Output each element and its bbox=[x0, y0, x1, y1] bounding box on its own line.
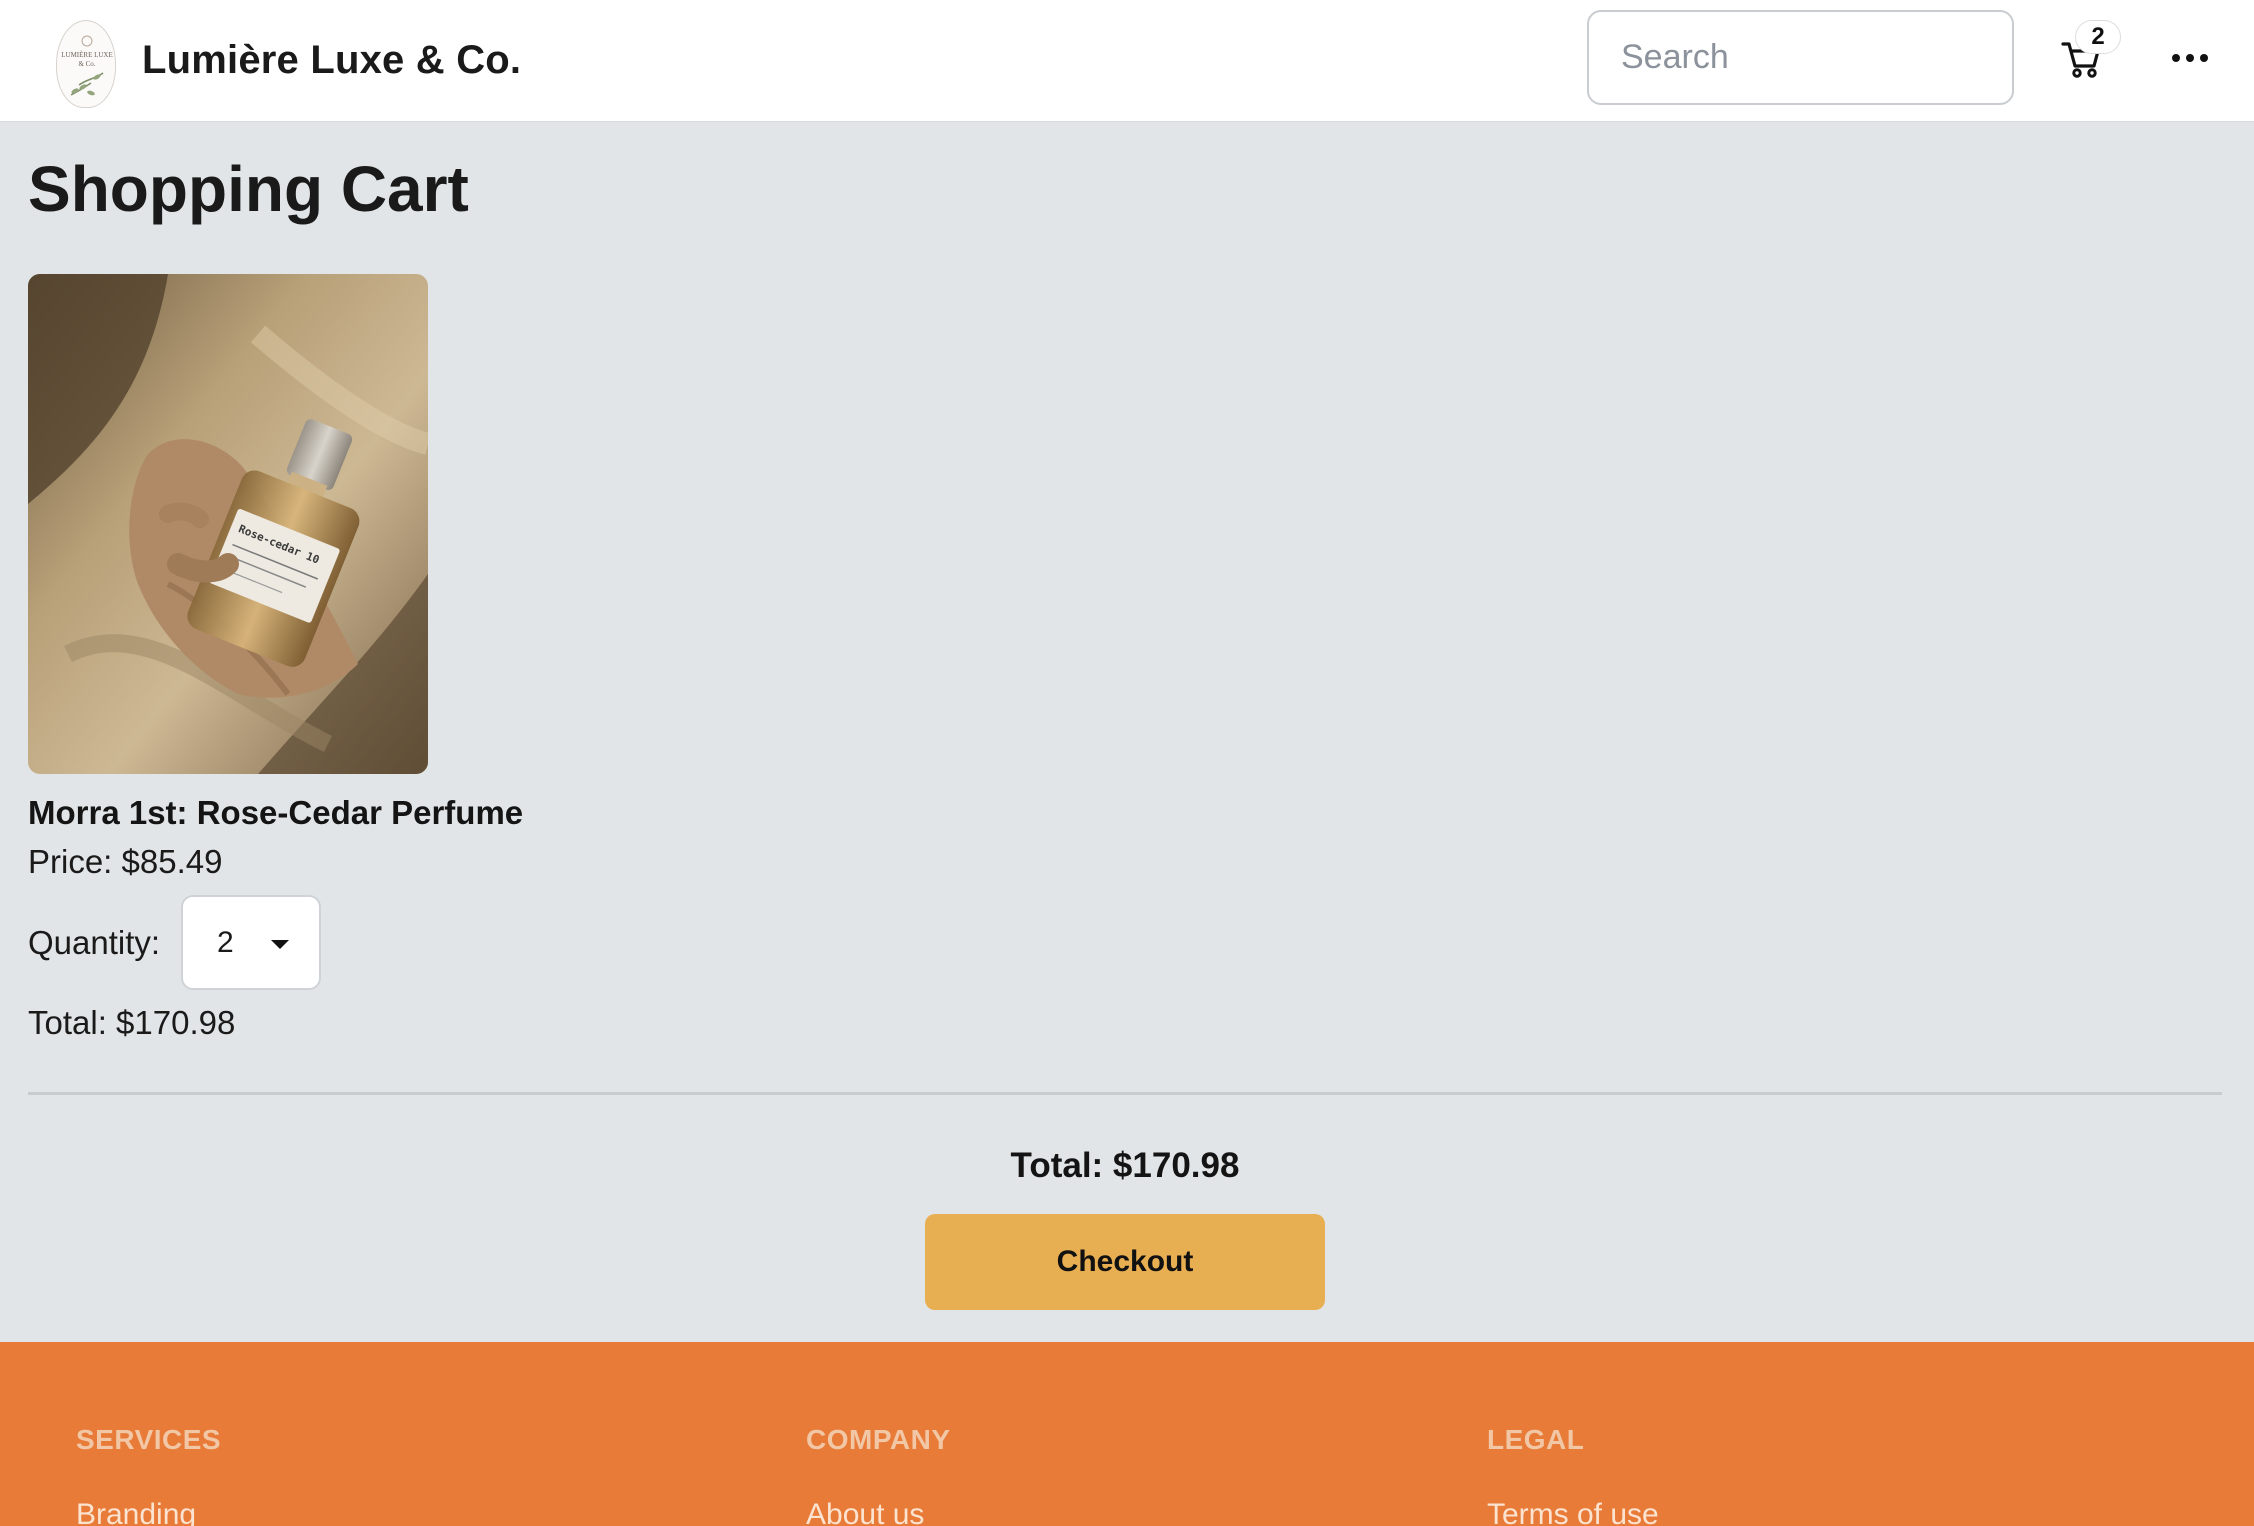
footer-column-legal: LEGAL Terms of use bbox=[1487, 1424, 1659, 1526]
product-price: Price: $85.49 bbox=[28, 843, 223, 880]
search-input[interactable] bbox=[1587, 10, 2014, 105]
footer-heading: COMPANY bbox=[806, 1424, 951, 1455]
product-name[interactable]: Morra 1st: Rose-Cedar Perfume bbox=[28, 794, 523, 832]
item-total: Total: $170.98 bbox=[28, 1004, 236, 1041]
chevron-down-icon bbox=[271, 940, 289, 949]
footer-column-services: SERVICES Branding bbox=[76, 1424, 222, 1526]
grand-total: Total: $170.98 bbox=[1010, 1146, 1240, 1185]
quantity-label: Quantity: bbox=[28, 924, 161, 961]
site-header: LUMIÈRE LUXE & Co. Lumière Luxe & Co. 2 bbox=[0, 0, 2254, 122]
footer-link[interactable]: About us bbox=[806, 1498, 924, 1526]
logo-wordmark: LUMIÈRE LUXE & Co. bbox=[61, 51, 113, 68]
brand-name[interactable]: Lumière Luxe & Co. bbox=[142, 38, 521, 83]
more-icon bbox=[2172, 54, 2208, 62]
page-title: Shopping Cart bbox=[28, 153, 469, 225]
footer-link[interactable]: Terms of use bbox=[1487, 1498, 1659, 1526]
quantity-value: 2 bbox=[217, 926, 234, 959]
cart-count-badge: 2 bbox=[2075, 20, 2121, 54]
site-footer: SERVICES Branding COMPANY About us LEGAL… bbox=[0, 1342, 2254, 1526]
more-options-button[interactable] bbox=[2168, 38, 2212, 78]
checkout-button[interactable]: Checkout bbox=[925, 1214, 1325, 1310]
footer-heading: SERVICES bbox=[76, 1424, 222, 1455]
logo-icon[interactable]: LUMIÈRE LUXE & Co. bbox=[56, 20, 116, 108]
quantity-select[interactable]: 2 bbox=[181, 895, 321, 990]
footer-link[interactable]: Branding bbox=[76, 1498, 196, 1526]
footer-column-company: COMPANY About us bbox=[806, 1424, 951, 1526]
footer-heading: LEGAL bbox=[1487, 1424, 1585, 1455]
divider bbox=[28, 1092, 2222, 1095]
product-image[interactable]: Rose-cedar 10 bbox=[28, 274, 428, 774]
